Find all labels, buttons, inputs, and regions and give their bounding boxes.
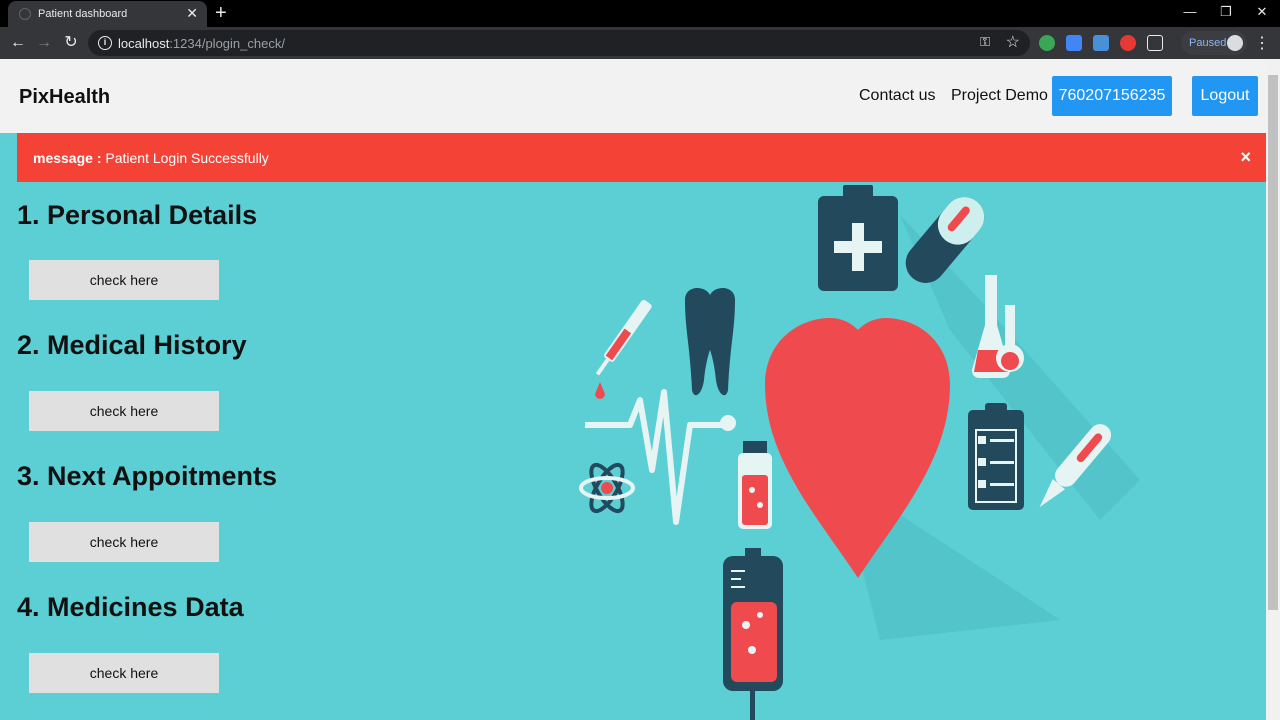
site-header: PixHealth Contact us Project Demo 760207… <box>0 59 1266 133</box>
contact-us-link[interactable]: Contact us <box>859 87 935 105</box>
section-title: 3. Next Appoitments <box>17 461 278 491</box>
browser-tabbar: Patient dashboard ✕ + — ❐ ✕ <box>0 0 1280 27</box>
medicines-data-button[interactable]: check here <box>29 653 219 693</box>
extension-icon[interactable] <box>1120 35 1136 51</box>
atom-icon <box>579 462 635 514</box>
scrollbar-thumb[interactable] <box>1268 75 1278 610</box>
url-text: localhost:1234/plogin_check/ <box>118 36 285 51</box>
avatar <box>1227 35 1243 51</box>
vial-icon <box>738 441 772 529</box>
profile-button[interactable]: Paused <box>1181 31 1247 55</box>
menu-icon[interactable]: ⋮ <box>1254 33 1270 53</box>
close-window-icon[interactable]: ✕ <box>1244 0 1280 27</box>
address-bar[interactable]: i localhost:1234/plogin_check/ ⚿ ☆ <box>88 30 1030 56</box>
next-appointments-button[interactable]: check here <box>29 522 219 562</box>
logout-button[interactable]: Logout <box>1192 76 1258 116</box>
medical-history-button[interactable]: check here <box>29 391 219 431</box>
loading-icon <box>19 8 31 20</box>
page-viewport: PixHealth Contact us Project Demo 760207… <box>0 59 1266 720</box>
tooth-icon <box>685 288 735 396</box>
extension-icon[interactable] <box>1147 35 1163 51</box>
close-tab-icon[interactable]: ✕ <box>186 5 198 22</box>
profile-status: Paused <box>1189 37 1227 49</box>
personal-details-button[interactable]: check here <box>29 260 219 300</box>
new-tab-icon[interactable]: + <box>215 2 227 24</box>
section-title: 4. Medicines Data <box>17 592 244 622</box>
reload-icon[interactable]: ↻ <box>61 32 81 54</box>
brand-logo[interactable]: PixHealth <box>19 86 110 109</box>
phone-button[interactable]: 760207156235 <box>1052 76 1172 116</box>
clipboard-icon <box>968 403 1024 510</box>
browser-tab[interactable]: Patient dashboard ✕ <box>8 1 207 27</box>
key-icon[interactable]: ⚿ <box>980 34 990 50</box>
back-icon[interactable]: ← <box>8 32 28 54</box>
bookmark-star-icon[interactable]: ☆ <box>1006 32 1020 52</box>
browser-toolbar: ← → ↻ i localhost:1234/plogin_check/ ⚿ ☆… <box>0 27 1280 59</box>
minimize-icon[interactable]: — <box>1172 0 1208 27</box>
alert-message: message : Patient Login Successfully <box>33 150 269 166</box>
extension-icon[interactable] <box>1066 35 1082 51</box>
extension-icon[interactable] <box>1039 35 1055 51</box>
syringe-icon <box>595 299 652 376</box>
section-title: 1. Personal Details <box>17 200 258 230</box>
translate-extension-icon[interactable] <box>1093 35 1109 51</box>
section-title: 2. Medical History <box>17 330 247 360</box>
medical-illustration <box>579 185 1140 720</box>
blood-bag-icon <box>723 548 783 720</box>
restore-icon[interactable]: ❐ <box>1208 0 1244 27</box>
project-demo-link[interactable]: Project Demo <box>951 87 1048 105</box>
info-icon[interactable]: i <box>98 36 112 50</box>
alert-banner: message : Patient Login Successfully × <box>17 133 1266 182</box>
forward-icon[interactable]: → <box>34 32 54 54</box>
tab-title: Patient dashboard <box>38 8 128 20</box>
close-alert-icon[interactable]: × <box>1240 147 1251 168</box>
page-scrollbar[interactable] <box>1266 59 1280 720</box>
